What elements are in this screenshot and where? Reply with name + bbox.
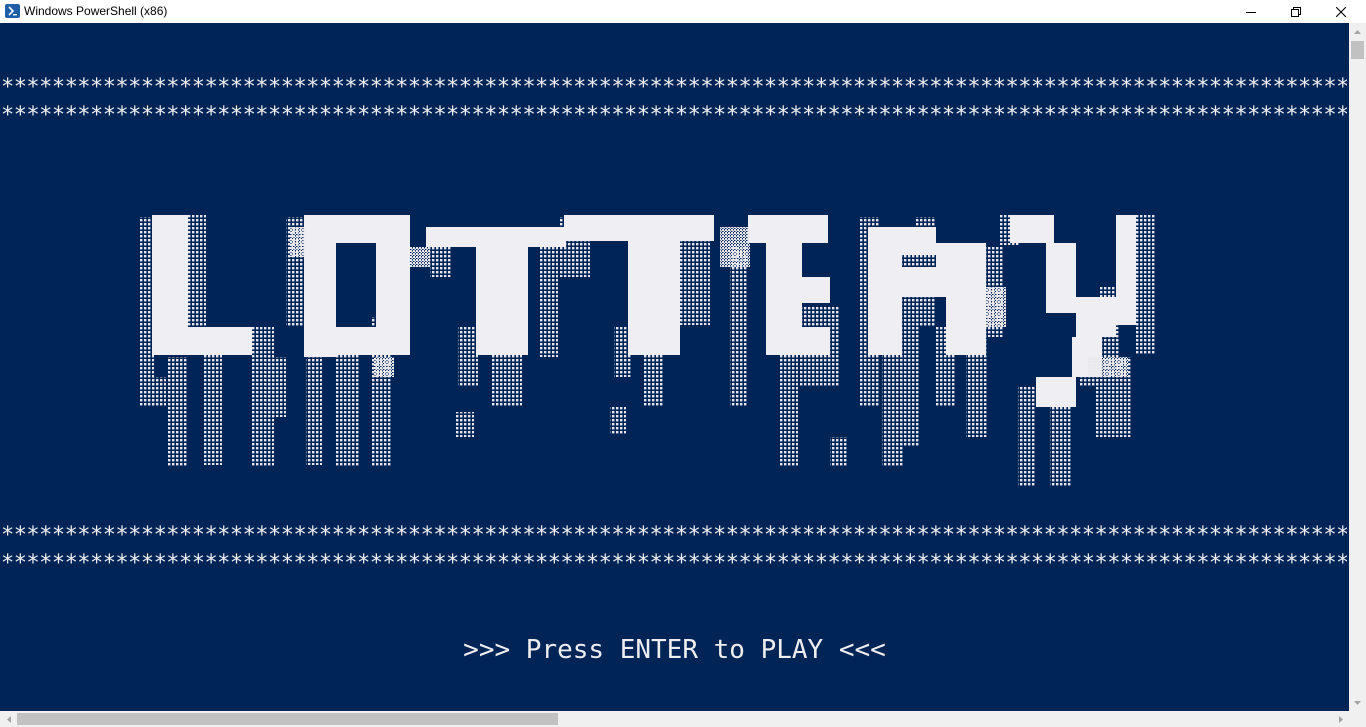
minimize-button[interactable] <box>1228 0 1274 23</box>
lottery-ascii-logo <box>140 215 1156 487</box>
window-title: Windows PowerShell (x86) <box>24 4 168 18</box>
restore-icon <box>1291 6 1301 17</box>
arrow-up-icon <box>1354 29 1361 34</box>
close-icon <box>1336 6 1346 17</box>
arrow-left-icon <box>6 715 11 723</box>
vertical-scroll-thumb[interactable] <box>1351 41 1364 59</box>
star-border-line: ****************************************… <box>1 523 1347 548</box>
scroll-right-button[interactable] <box>1332 711 1349 727</box>
vertical-scrollbar[interactable] <box>1349 23 1366 711</box>
scroll-up-button[interactable] <box>1349 23 1366 40</box>
star-border-line: ****************************************… <box>1 75 1347 100</box>
powershell-icon[interactable] <box>5 4 20 18</box>
scroll-left-button[interactable] <box>0 711 17 727</box>
arrow-right-icon <box>1338 715 1343 723</box>
star-border-line: ****************************************… <box>1 551 1347 576</box>
arrow-down-icon <box>1354 700 1361 705</box>
scroll-down-button[interactable] <box>1349 694 1366 711</box>
press-enter-prompt: >>> Press ENTER to PLAY <<< <box>463 635 886 665</box>
console-area[interactable]: ****************************************… <box>0 23 1349 711</box>
horizontal-scroll-thumb[interactable] <box>17 713 558 725</box>
horizontal-scrollbar[interactable] <box>0 711 1349 727</box>
restore-button[interactable] <box>1273 0 1319 23</box>
title-bar: Windows PowerShell (x86) <box>0 0 1366 23</box>
close-button[interactable] <box>1318 0 1364 23</box>
scrollbar-corner <box>1349 711 1366 727</box>
star-border-line: ****************************************… <box>1 103 1347 128</box>
minimize-icon <box>1246 11 1256 13</box>
